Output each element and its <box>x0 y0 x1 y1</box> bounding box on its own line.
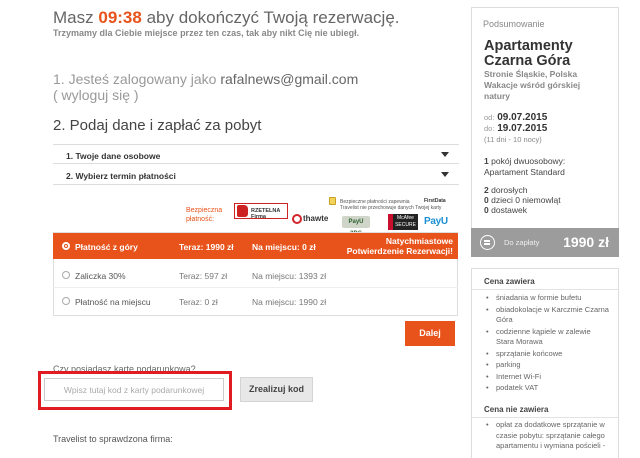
countdown-time: 09:38 <box>98 8 142 27</box>
chevron-down-icon <box>441 172 449 177</box>
date-from: 09.07.2015 <box>497 112 548 123</box>
list-item: Internet Wi-Fi <box>484 372 609 383</box>
payment-option-upfront[interactable]: Płatność z góry Teraz: 1990 zł Na miejsc… <box>53 233 458 259</box>
lock-icon <box>329 197 336 205</box>
payment-onsite-amount: Na miejscu: 1393 zł <box>252 271 327 281</box>
list-item: parking <box>484 360 609 371</box>
chevron-down-icon <box>441 152 449 157</box>
radio-selected[interactable] <box>62 242 70 250</box>
logged-in-step: 1. Jesteś zalogowany jako rafalnews@gmai… <box>53 71 358 103</box>
payment-onsite-amount: Na miejscu: 0 zł <box>252 242 316 252</box>
to-pay-amount: 1990 zł <box>563 234 609 250</box>
payment-option-name: Płatność na miejscu <box>75 297 151 307</box>
countdown-line: Masz 09:38 aby dokończyć Twoją rezerwacj… <box>53 8 400 28</box>
payu-3ds-logo: PayU 3DS <box>342 216 370 237</box>
payment-option-onsite[interactable]: Płatność na miejscu Teraz: 0 zł Na miejs… <box>53 288 458 314</box>
to-pay-label: Do zapłaty <box>504 238 540 247</box>
list-item: opłat za dodatkowe sprzątanie w czasie p… <box>484 420 609 452</box>
payment-now-amount: Teraz: 0 zł <box>179 297 218 307</box>
divider <box>472 289 618 290</box>
rzetelna-firma-logo: RZETELNA Firma <box>234 203 288 220</box>
summary-header: Podsumowanie <box>483 19 545 29</box>
accordion-payment-term-label: 2. Wybierz termin płatności <box>66 171 176 181</box>
countdown-prefix: Masz <box>53 8 94 27</box>
list-item: śniadania w formie bufetu <box>484 293 609 304</box>
divider <box>472 417 618 418</box>
radio-unselected[interactable] <box>62 271 70 279</box>
property-title: Apartamenty Czarna Góra <box>484 38 573 69</box>
radio-unselected[interactable] <box>62 297 70 305</box>
details-payment-heading: 2. Podaj dane i zapłać za pobyt <box>53 117 262 134</box>
thawte-ring-icon <box>292 214 302 224</box>
excludes-list: opłat za dodatkowe sprzątanie w czasie p… <box>484 420 609 453</box>
list-item: sprzątanie końcowe <box>484 349 609 360</box>
logout-link[interactable]: ( wyloguj się ) <box>53 87 139 103</box>
excludes-header: Cena nie zawiera <box>484 405 549 414</box>
accordion-personal-data-label: 1. Twoje dane osobowe <box>66 151 161 161</box>
next-button[interactable]: Dalej <box>405 321 455 346</box>
countdown-suffix: aby dokończyć Twoją rezerwację. <box>146 8 400 27</box>
price-includes-panel: Cena zawiera śniadania w formie bufetu o… <box>471 268 619 458</box>
gift-card-code-input[interactable] <box>44 378 224 401</box>
property-location: Stronie Śląskie, Polska Wakacje wśród gó… <box>484 69 581 101</box>
list-item: podatek VAT <box>484 383 609 394</box>
accordion-personal-data[interactable]: 1. Twoje dane osobowe <box>53 144 459 164</box>
payment-now-amount: Teraz: 597 zł <box>179 271 228 281</box>
logged-in-label: 1. Jesteś zalogowany jako <box>53 71 217 87</box>
mcafee-secure-logo: McAfee SECURE <box>388 214 418 230</box>
thawte-logo: thawte <box>292 214 328 224</box>
total-to-pay-bar: Do zapłaty 1990 zł <box>471 228 619 257</box>
room-info: 1 pokój dwuosobowy: Apartament Standard <box>484 156 566 177</box>
payment-option-deposit[interactable]: Zaliczka 30% Teraz: 597 zł Na miejscu: 1… <box>53 262 458 288</box>
instant-confirmation-promo: Natychmiastowe Potwierdzenie Rezerwacji! <box>346 236 453 256</box>
trust-heading: Travelist to sprawdzona firma: <box>53 434 173 444</box>
stay-dates: od: 09.07.2015 do: 19.07.2015 (11 dni - … <box>484 112 548 144</box>
accordion-payment-term[interactable]: 2. Wybierz termin płatności <box>53 165 459 185</box>
includes-header: Cena zawiera <box>484 277 535 286</box>
countdown-subtitle: Trzymamy dla Ciebie miejsce przez ten cz… <box>53 28 360 38</box>
payu-logo: PayU <box>424 216 448 227</box>
date-to: 19.07.2015 <box>497 123 548 134</box>
payment-now-amount: Teraz: 1990 zł <box>179 242 234 252</box>
secure-payment-label: Bezpieczna płatność: <box>186 207 223 223</box>
guests-info: 2 dorosłych 0 dzieci 0 niemowląt 0 dosta… <box>484 185 561 215</box>
redeem-code-button[interactable]: Zrealizuj kod <box>240 377 313 402</box>
payment-option-name: Płatność z góry <box>75 242 138 252</box>
payment-onsite-amount: Na miejscu: 1990 zł <box>252 297 327 307</box>
list-item: obiadokolacje w Karczmie Czarna Góra <box>484 305 609 326</box>
user-email: rafalnews@gmail.com <box>220 71 359 87</box>
firstdata-logo: FirstData <box>424 198 446 204</box>
list-item: codzienne kąpiele w zalewie Stara Morawa <box>484 327 609 348</box>
equals-icon <box>480 235 495 250</box>
stay-length: (11 dni - 10 nocy) <box>484 135 542 144</box>
includes-list: śniadania w formie bufetu obiadokolacje … <box>484 293 609 395</box>
poland-map-icon <box>237 205 248 217</box>
payment-option-name: Zaliczka 30% <box>75 271 126 281</box>
